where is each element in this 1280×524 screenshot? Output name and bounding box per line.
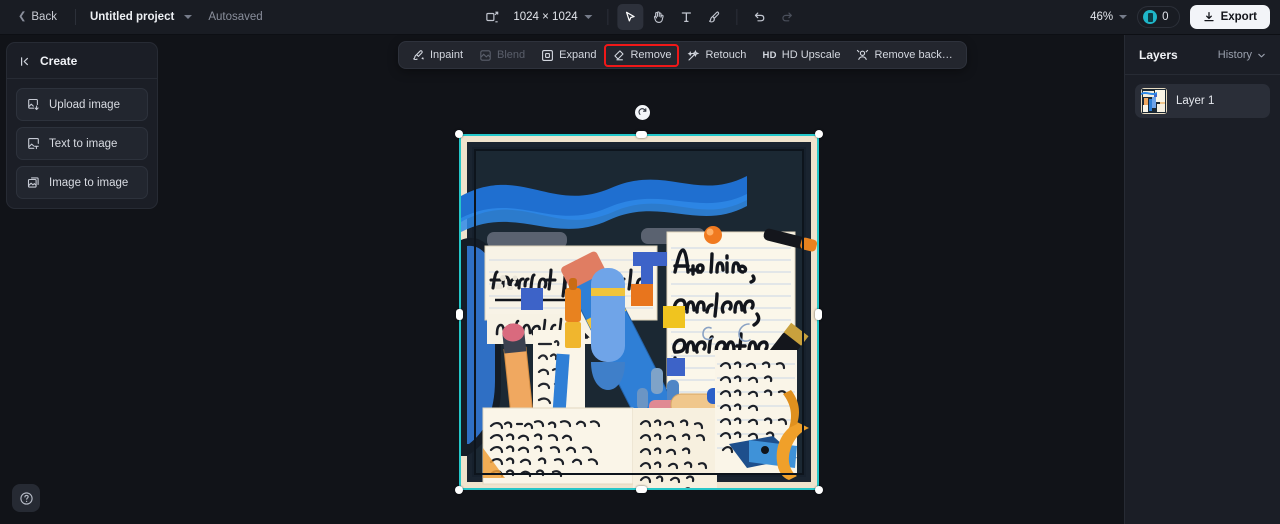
zoom-level[interactable]: 46% <box>1084 7 1115 27</box>
credits-count: 0 <box>1162 11 1169 23</box>
export-button-label: Export <box>1220 11 1257 23</box>
layers-panel: Layers History Layer 1 <box>1124 35 1280 524</box>
divider <box>74 9 76 25</box>
create-panel-header: Create <box>7 43 157 79</box>
image-to-image-button[interactable]: Image to image <box>16 166 148 199</box>
text-to-image-label: Text to image <box>49 137 118 150</box>
help-question-icon <box>19 491 34 506</box>
hand-pan-icon[interactable] <box>646 4 672 30</box>
history-dropdown[interactable]: History <box>1218 49 1266 61</box>
tool-remove[interactable]: Remove <box>604 43 680 67</box>
resize-handle-bottom-right[interactable] <box>815 486 823 494</box>
top-bar-right-group: 46% 0 Export <box>1084 5 1270 29</box>
chevron-down-icon[interactable] <box>1119 15 1128 19</box>
upload-image-icon <box>27 98 40 111</box>
divider <box>736 9 738 25</box>
tool-retouch-label: Retouch <box>705 49 747 61</box>
project-name[interactable]: Untitled project <box>86 7 178 27</box>
export-button[interactable]: Export <box>1189 5 1270 29</box>
tool-retouch[interactable]: Retouch <box>680 45 753 66</box>
create-panel-body: Upload image Text to image Image to imag… <box>7 79 157 199</box>
resize-handle-right[interactable] <box>815 309 822 320</box>
tool-remove-background-label: Remove back… <box>874 49 953 61</box>
select-arrow-icon[interactable] <box>617 4 644 30</box>
text-to-image-icon <box>27 137 40 150</box>
layers-panel-header: Layers History <box>1125 35 1280 75</box>
autosave-status: Autosaved <box>208 11 263 23</box>
tool-expand[interactable]: Expand <box>534 45 603 66</box>
chevron-down-icon[interactable] <box>184 15 193 19</box>
tool-expand-label: Expand <box>559 49 597 61</box>
back-button-label: Back <box>31 11 57 23</box>
artwork-image[interactable] <box>461 136 817 488</box>
tool-hd-upscale[interactable]: HD HD Upscale <box>755 45 847 65</box>
tool-inpaint[interactable]: Inpaint <box>405 45 470 66</box>
resize-handle-left[interactable] <box>456 309 463 320</box>
tool-blend: Blend <box>472 45 532 66</box>
divider <box>607 9 609 25</box>
collapse-panel-icon[interactable] <box>19 55 32 68</box>
resize-handle-top[interactable] <box>636 131 647 138</box>
top-bar-left-group: ❮ Back Untitled project Autosaved <box>0 7 263 27</box>
resize-handle-top-right[interactable] <box>815 130 823 138</box>
help-button[interactable] <box>12 484 40 512</box>
tool-hd-upscale-label: HD Upscale <box>781 49 841 61</box>
resize-canvas-icon[interactable] <box>479 4 505 30</box>
retouch-wand-icon <box>687 49 700 62</box>
download-icon <box>1203 11 1215 23</box>
remove-eraser-icon <box>612 49 625 62</box>
layers-panel-title: Layers <box>1139 48 1178 62</box>
canvas-area[interactable] <box>0 35 1124 524</box>
remove-background-icon <box>856 49 869 62</box>
inpaint-icon <box>412 49 425 62</box>
chevron-left-icon: ❮ <box>18 11 27 22</box>
layer-name: Layer 1 <box>1176 95 1215 107</box>
top-bar-center-group: 1024 × 1024 <box>479 4 800 30</box>
hd-upscale-icon: HD <box>762 49 777 61</box>
text-tool-icon[interactable] <box>674 4 700 30</box>
upload-image-button[interactable]: Upload image <box>16 88 148 121</box>
credit-coin-icon <box>1143 10 1158 24</box>
create-panel: Create Upload image Text to image Image … <box>6 42 158 209</box>
artboard[interactable] <box>455 100 823 494</box>
brush-tool-icon[interactable] <box>702 4 728 30</box>
layer-item[interactable]: Layer 1 <box>1135 84 1270 118</box>
resize-handle-top-left[interactable] <box>455 130 463 138</box>
history-label: History <box>1217 49 1252 61</box>
rotate-handle-icon[interactable] <box>635 105 650 120</box>
undo-icon[interactable] <box>747 4 773 30</box>
create-panel-title: Create <box>40 54 78 68</box>
tool-remove-label: Remove <box>630 49 672 61</box>
layers-list: Layer 1 <box>1125 75 1280 127</box>
edit-tool-strip: Inpaint Blend Expand Remove Retouch HD H… <box>398 41 967 69</box>
canvas-size-selector[interactable]: 1024 × 1024 <box>507 7 598 27</box>
resize-handle-bottom[interactable] <box>636 486 647 493</box>
selection-frame[interactable] <box>455 130 823 494</box>
tool-inpaint-label: Inpaint <box>430 49 464 61</box>
blend-icon <box>479 49 492 62</box>
layer-thumbnail <box>1141 88 1167 114</box>
top-bar: ❮ Back Untitled project Autosaved 1024 ×… <box>0 0 1280 35</box>
credits-badge[interactable]: 0 <box>1137 6 1180 28</box>
expand-icon <box>541 49 554 62</box>
back-button[interactable]: ❮ Back <box>10 7 65 27</box>
resize-handle-bottom-left[interactable] <box>455 486 463 494</box>
image-to-image-icon <box>27 176 40 189</box>
chevron-down-icon <box>1257 51 1266 60</box>
redo-icon <box>775 4 801 30</box>
tool-blend-label: Blend <box>497 49 526 61</box>
tool-remove-background[interactable]: Remove back… <box>849 45 959 66</box>
canvas-size-value: 1024 × 1024 <box>513 11 578 23</box>
upload-image-label: Upload image <box>49 98 120 111</box>
text-to-image-button[interactable]: Text to image <box>16 127 148 160</box>
image-to-image-label: Image to image <box>49 176 129 189</box>
chevron-down-icon <box>584 15 593 19</box>
